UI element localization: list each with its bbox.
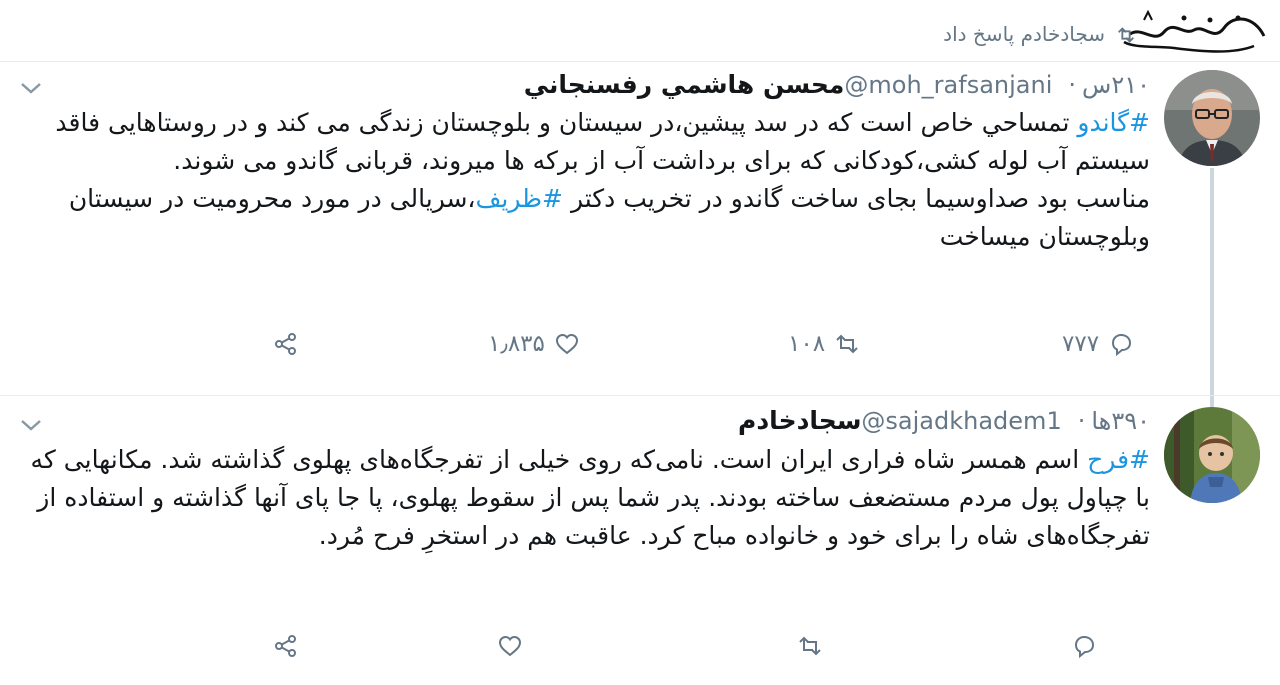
like-icon — [555, 333, 578, 355]
like-button[interactable] — [488, 632, 524, 660]
like-count: ۱٫۸۳۵ — [488, 331, 545, 357]
tweet-text-segment: اسم همسر شاه فراری ایران است. نامی‌که رو… — [30, 445, 1150, 550]
tweet-text-segment: تمساحي خاص است که در سد پيشين،در سيستان … — [55, 108, 1150, 175]
retweet-button[interactable]: ۱۰۸ — [788, 330, 861, 358]
avatar[interactable] — [1164, 407, 1260, 503]
tweet-paragraph: #گاندو تمساحي خاص است که در سد پيشين،در … — [20, 104, 1150, 180]
avatar-image — [1164, 70, 1260, 166]
tweet-text: #گاندو تمساحي خاص است که در سد پيشين،در … — [20, 104, 1150, 256]
reply-button[interactable]: ۷۷۷ — [1062, 330, 1135, 358]
like-icon — [498, 635, 522, 657]
retweet-context-icon — [1118, 27, 1134, 43]
tweet-header: محسن هاشمي رفسنجاني @moh_rafsanjani · ۲۱… — [524, 70, 1150, 99]
reply-icon — [1112, 333, 1132, 357]
timestamp[interactable]: ۳۹۰ها — [1091, 407, 1150, 435]
tweet-text-segment: مناسب بود صداوسیما بجای ساخت گاندو در تخ… — [563, 184, 1150, 213]
reply-context: سجادخادم پاسخ داد — [943, 22, 1105, 46]
tweet[interactable]: سجادخادم @sajadkhadem1 · ۳۹۰ها #فرح اسم … — [0, 396, 1280, 685]
display-name[interactable]: محسن هاشمي رفسنجاني — [524, 70, 845, 99]
retweet-icon — [799, 636, 821, 656]
separator-dot: · — [1077, 407, 1086, 435]
hashtag-link[interactable]: #گاندو — [1077, 108, 1150, 137]
chevron-down-icon[interactable] — [16, 413, 46, 437]
tweet-paragraph: #فرح اسم همسر شاه فراری ایران است. نامی‌… — [20, 441, 1150, 555]
tweet[interactable]: محسن هاشمي رفسنجاني @moh_rafsanjani · ۲۱… — [0, 62, 1280, 458]
retweet-button[interactable] — [788, 632, 824, 660]
user-handle[interactable]: @sajadkhadem1 — [861, 407, 1061, 435]
tweet-paragraph: مناسب بود صداوسیما بجای ساخت گاندو در تخ… — [20, 180, 1150, 256]
separator-dot: · — [1068, 71, 1077, 99]
chevron-down-icon[interactable] — [16, 76, 46, 100]
share-icon — [275, 635, 296, 657]
timeline: سجادخادم پاسخ داد محسن هاشمي رفسنجاني @m… — [0, 0, 1280, 685]
reply-button[interactable] — [1062, 632, 1098, 660]
like-button[interactable]: ۱٫۸۳۵ — [488, 330, 581, 358]
avatar-image — [1164, 407, 1260, 503]
tweet-text: #فرح اسم همسر شاه فراری ایران است. نامی‌… — [20, 441, 1150, 555]
share-icon — [275, 333, 296, 355]
avatar[interactable] — [1164, 70, 1260, 166]
tweet-header: سجادخادم @sajadkhadem1 · ۳۹۰ها — [738, 406, 1150, 435]
user-handle[interactable]: @moh_rafsanjani — [844, 71, 1052, 99]
retweet-count: ۱۰۸ — [788, 331, 826, 357]
retweet-icon — [836, 334, 858, 354]
timestamp[interactable]: ۲۱۰س — [1082, 71, 1150, 99]
display-name[interactable]: سجادخادم — [738, 406, 861, 435]
hashtag-link[interactable]: #فرح — [1087, 445, 1150, 474]
tweet-actions: ۷۷۷ ۱۰۸ ۱٫۸۳۵ — [0, 330, 1280, 370]
reply-icon — [1074, 635, 1095, 659]
share-button[interactable] — [272, 632, 300, 660]
hashtag-link[interactable]: #ظریف — [476, 184, 563, 213]
watermark-logo — [1123, 9, 1266, 53]
tweet-actions — [0, 632, 1280, 672]
share-button[interactable] — [272, 330, 300, 358]
reply-count: ۷۷۷ — [1062, 331, 1100, 357]
